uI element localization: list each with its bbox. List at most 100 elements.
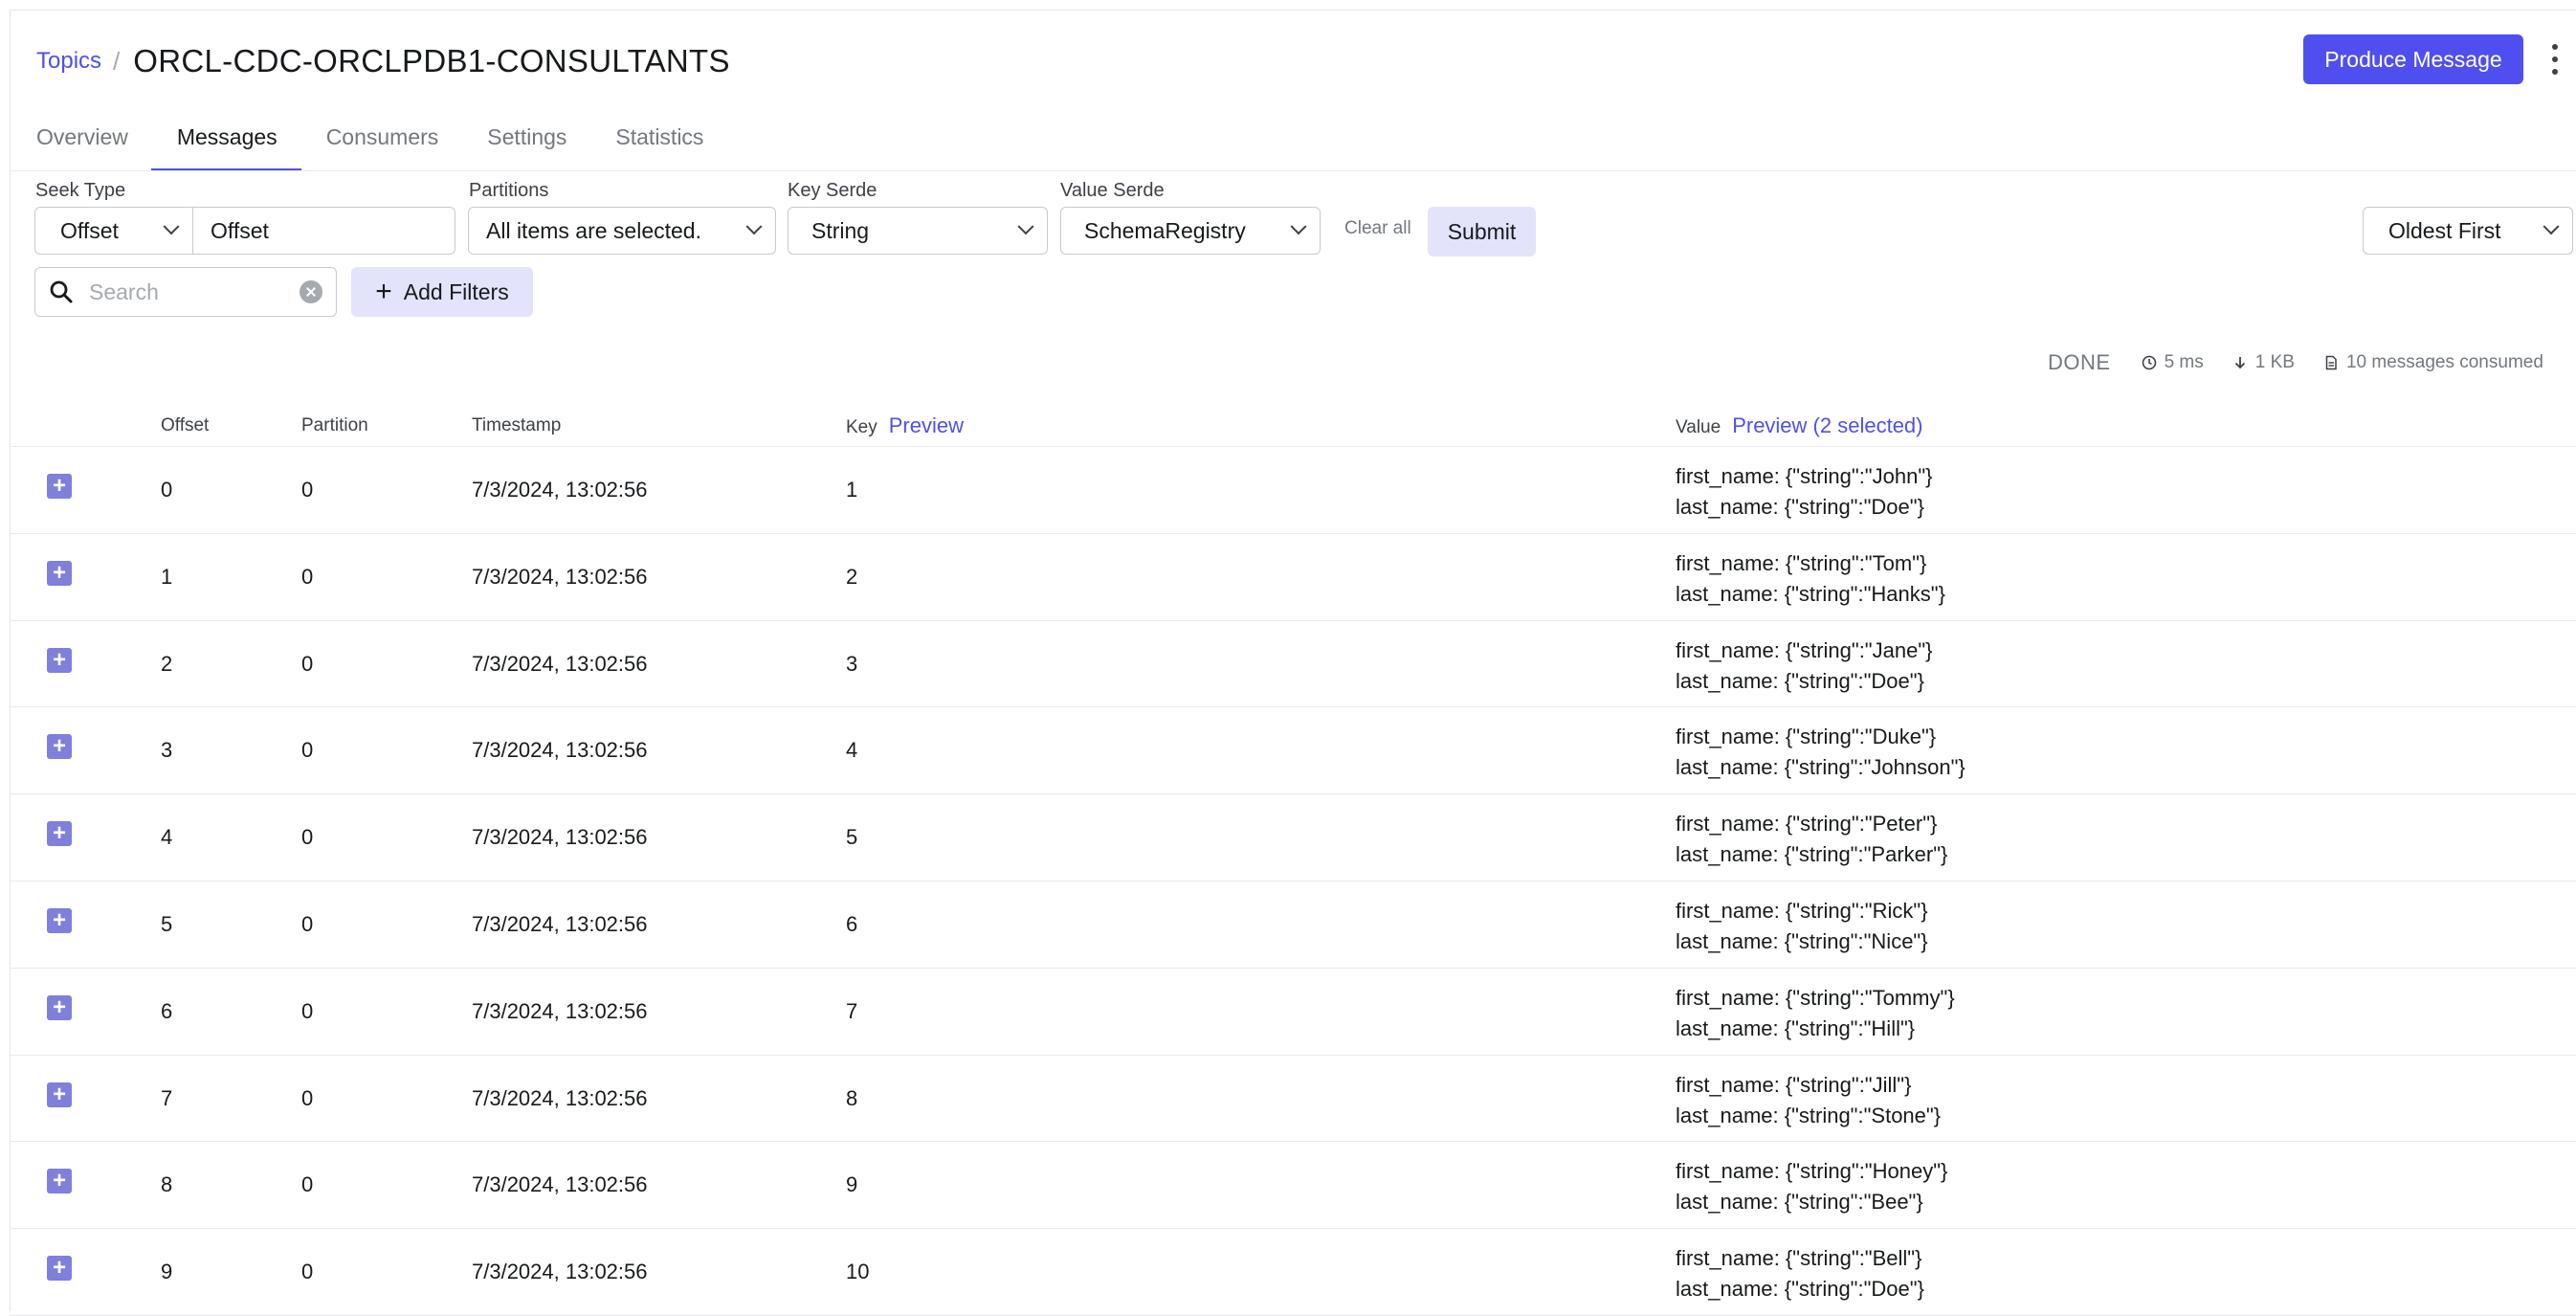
expand-row-icon[interactable]: + <box>47 647 72 673</box>
partitions-label: Partitions <box>469 180 549 201</box>
sort-order-value: Oldest First <box>2388 217 2501 243</box>
cell-timestamp: 7/3/2024, 13:02:56 <box>472 1172 648 1197</box>
expand-row-icon[interactable]: + <box>47 474 72 499</box>
page-top-border <box>10 10 2576 11</box>
value-last-name: last_name: {"string":"Nice"} <box>1676 928 1928 953</box>
elapsed-value: 5 ms <box>2164 352 2204 372</box>
search-input[interactable] <box>89 279 280 305</box>
expand-row-icon[interactable]: + <box>47 1256 72 1282</box>
clear-all-button[interactable]: Clear all <box>1344 218 1411 239</box>
table-row: + 8 0 7/3/2024, 13:02:56 9 first_name: {… <box>10 1142 2576 1230</box>
cell-timestamp: 7/3/2024, 13:02:56 <box>472 738 648 763</box>
value-preview-link[interactable]: Preview (2 selected) <box>1732 413 1922 437</box>
value-first-name: first_name: {"string":"Rick"} <box>1676 898 1928 923</box>
search-icon <box>50 280 73 303</box>
column-header-value: Value Preview (2 selected) <box>1676 413 1923 438</box>
page-header: Topics / ORCL-CDC-ORCLPDB1-CONSULTANTS <box>36 36 730 86</box>
value-first-name: first_name: {"string":"John"} <box>1676 464 1933 488</box>
cell-partition: 0 <box>301 1085 314 1110</box>
table-row: + 9 0 7/3/2024, 13:02:56 10 first_name: … <box>10 1229 2576 1316</box>
cell-value: first_name: {"string":"Jane"} last_name:… <box>1676 636 1932 697</box>
cell-timestamp: 7/3/2024, 13:02:56 <box>472 911 648 936</box>
partitions-select[interactable]: All items are selected. <box>468 207 776 255</box>
document-icon <box>2325 355 2337 370</box>
seek-type-label: Seek Type <box>35 180 126 201</box>
cell-key: 2 <box>846 564 858 589</box>
value-serde-select[interactable]: SchemaRegistry <box>1060 207 1321 255</box>
expand-row-icon[interactable]: + <box>47 560 72 586</box>
cell-partition: 0 <box>301 911 314 936</box>
value-header-label: Value <box>1676 417 1721 437</box>
tab-statistics[interactable]: Statistics <box>615 113 703 170</box>
seek-type-select[interactable]: Offset <box>34 207 193 255</box>
value-last-name: last_name: {"string":"Hill"} <box>1676 1015 1916 1040</box>
table-row: + 1 0 7/3/2024, 13:02:56 2 first_name: {… <box>10 534 2576 621</box>
cell-offset: 9 <box>161 1260 173 1284</box>
breadcrumb-topics-link[interactable]: Topics <box>36 48 101 75</box>
add-filters-button[interactable]: + Add Filters <box>351 267 533 317</box>
expand-row-icon[interactable]: + <box>47 907 72 933</box>
kebab-menu-icon[interactable] <box>2549 44 2561 75</box>
cell-key: 4 <box>846 738 858 763</box>
consumed-value: 10 messages consumed <box>2345 352 2543 372</box>
expand-row-icon[interactable]: + <box>47 994 72 1020</box>
topic-tabs: Overview Messages Consumers Settings Sta… <box>36 113 752 170</box>
chevron-down-icon <box>163 218 180 235</box>
cell-timestamp: 7/3/2024, 13:02:56 <box>472 998 648 1023</box>
consume-status-bar: DONE 5 ms 1 KB 10 messages consumed <box>2048 350 2543 375</box>
cell-offset: 1 <box>161 564 173 589</box>
chevron-down-icon <box>745 218 763 235</box>
bytes-value: 1 KB <box>2254 352 2295 372</box>
cell-key: 8 <box>846 1085 858 1110</box>
cell-value: first_name: {"string":"Jill"} last_name:… <box>1676 1070 1941 1131</box>
submit-button[interactable]: Submit <box>1428 207 1536 257</box>
value-first-name: first_name: {"string":"Tommy"} <box>1676 985 1955 1010</box>
cell-key: 9 <box>846 1172 858 1197</box>
expand-row-icon[interactable]: + <box>47 1082 72 1107</box>
seek-offset-input[interactable]: Offset <box>192 207 455 255</box>
value-last-name: last_name: {"string":"Doe"} <box>1676 1277 1924 1302</box>
value-last-name: last_name: {"string":"Hanks"} <box>1676 581 1945 606</box>
key-preview-link[interactable]: Preview <box>889 413 964 437</box>
expand-row-icon[interactable]: + <box>47 1169 72 1194</box>
cell-key: 7 <box>846 998 858 1023</box>
column-header-partition[interactable]: Partition <box>301 415 368 436</box>
column-header-timestamp[interactable]: Timestamp <box>472 415 561 436</box>
clock-icon <box>2142 355 2156 370</box>
value-last-name: last_name: {"string":"Bee"} <box>1676 1190 1923 1215</box>
chevron-down-icon <box>1017 218 1034 235</box>
expand-row-icon[interactable]: + <box>47 821 72 847</box>
column-header-offset[interactable]: Offset <box>161 415 209 436</box>
breadcrumb-separator: / <box>113 46 121 76</box>
value-first-name: first_name: {"string":"Honey"} <box>1676 1159 1948 1184</box>
tab-messages[interactable]: Messages <box>150 113 301 170</box>
tab-consumers[interactable]: Consumers <box>326 113 439 170</box>
cell-partition: 0 <box>301 738 314 763</box>
key-serde-select[interactable]: String <box>788 207 1048 255</box>
clear-search-icon[interactable] <box>300 280 322 303</box>
messages-consumed: 10 messages consumed <box>2323 352 2543 373</box>
cell-timestamp: 7/3/2024, 13:02:56 <box>472 651 648 676</box>
produce-message-button[interactable]: Produce Message <box>2303 34 2523 84</box>
tab-overview[interactable]: Overview <box>36 113 128 170</box>
sort-order-select[interactable]: Oldest First <box>2363 207 2573 255</box>
table-row: + 0 0 7/3/2024, 13:02:56 1 first_name: {… <box>10 447 2576 534</box>
expand-row-icon[interactable]: + <box>47 734 72 760</box>
tab-settings[interactable]: Settings <box>487 113 566 170</box>
value-first-name: first_name: {"string":"Duke"} <box>1676 725 1937 749</box>
cell-offset: 8 <box>161 1172 173 1197</box>
value-first-name: first_name: {"string":"Jane"} <box>1676 637 1933 662</box>
cell-offset: 0 <box>161 478 173 502</box>
cell-partition: 0 <box>301 564 314 589</box>
table-row: + 4 0 7/3/2024, 13:02:56 5 first_name: {… <box>10 794 2576 881</box>
cell-key: 10 <box>846 1260 870 1284</box>
cell-value: first_name: {"string":"Bell"} last_name:… <box>1676 1243 1924 1305</box>
value-serde-value: SchemaRegistry <box>1084 217 1246 243</box>
value-last-name: last_name: {"string":"Parker"} <box>1676 842 1948 867</box>
cell-timestamp: 7/3/2024, 13:02:56 <box>472 1260 648 1284</box>
column-header-key: Key Preview <box>846 413 964 438</box>
page-title: ORCL-CDC-ORCLPDB1-CONSULTANTS <box>133 43 730 78</box>
key-serde-value: String <box>811 217 870 243</box>
key-header-label: Key <box>846 417 877 437</box>
value-serde-label: Value Serde <box>1060 180 1165 201</box>
